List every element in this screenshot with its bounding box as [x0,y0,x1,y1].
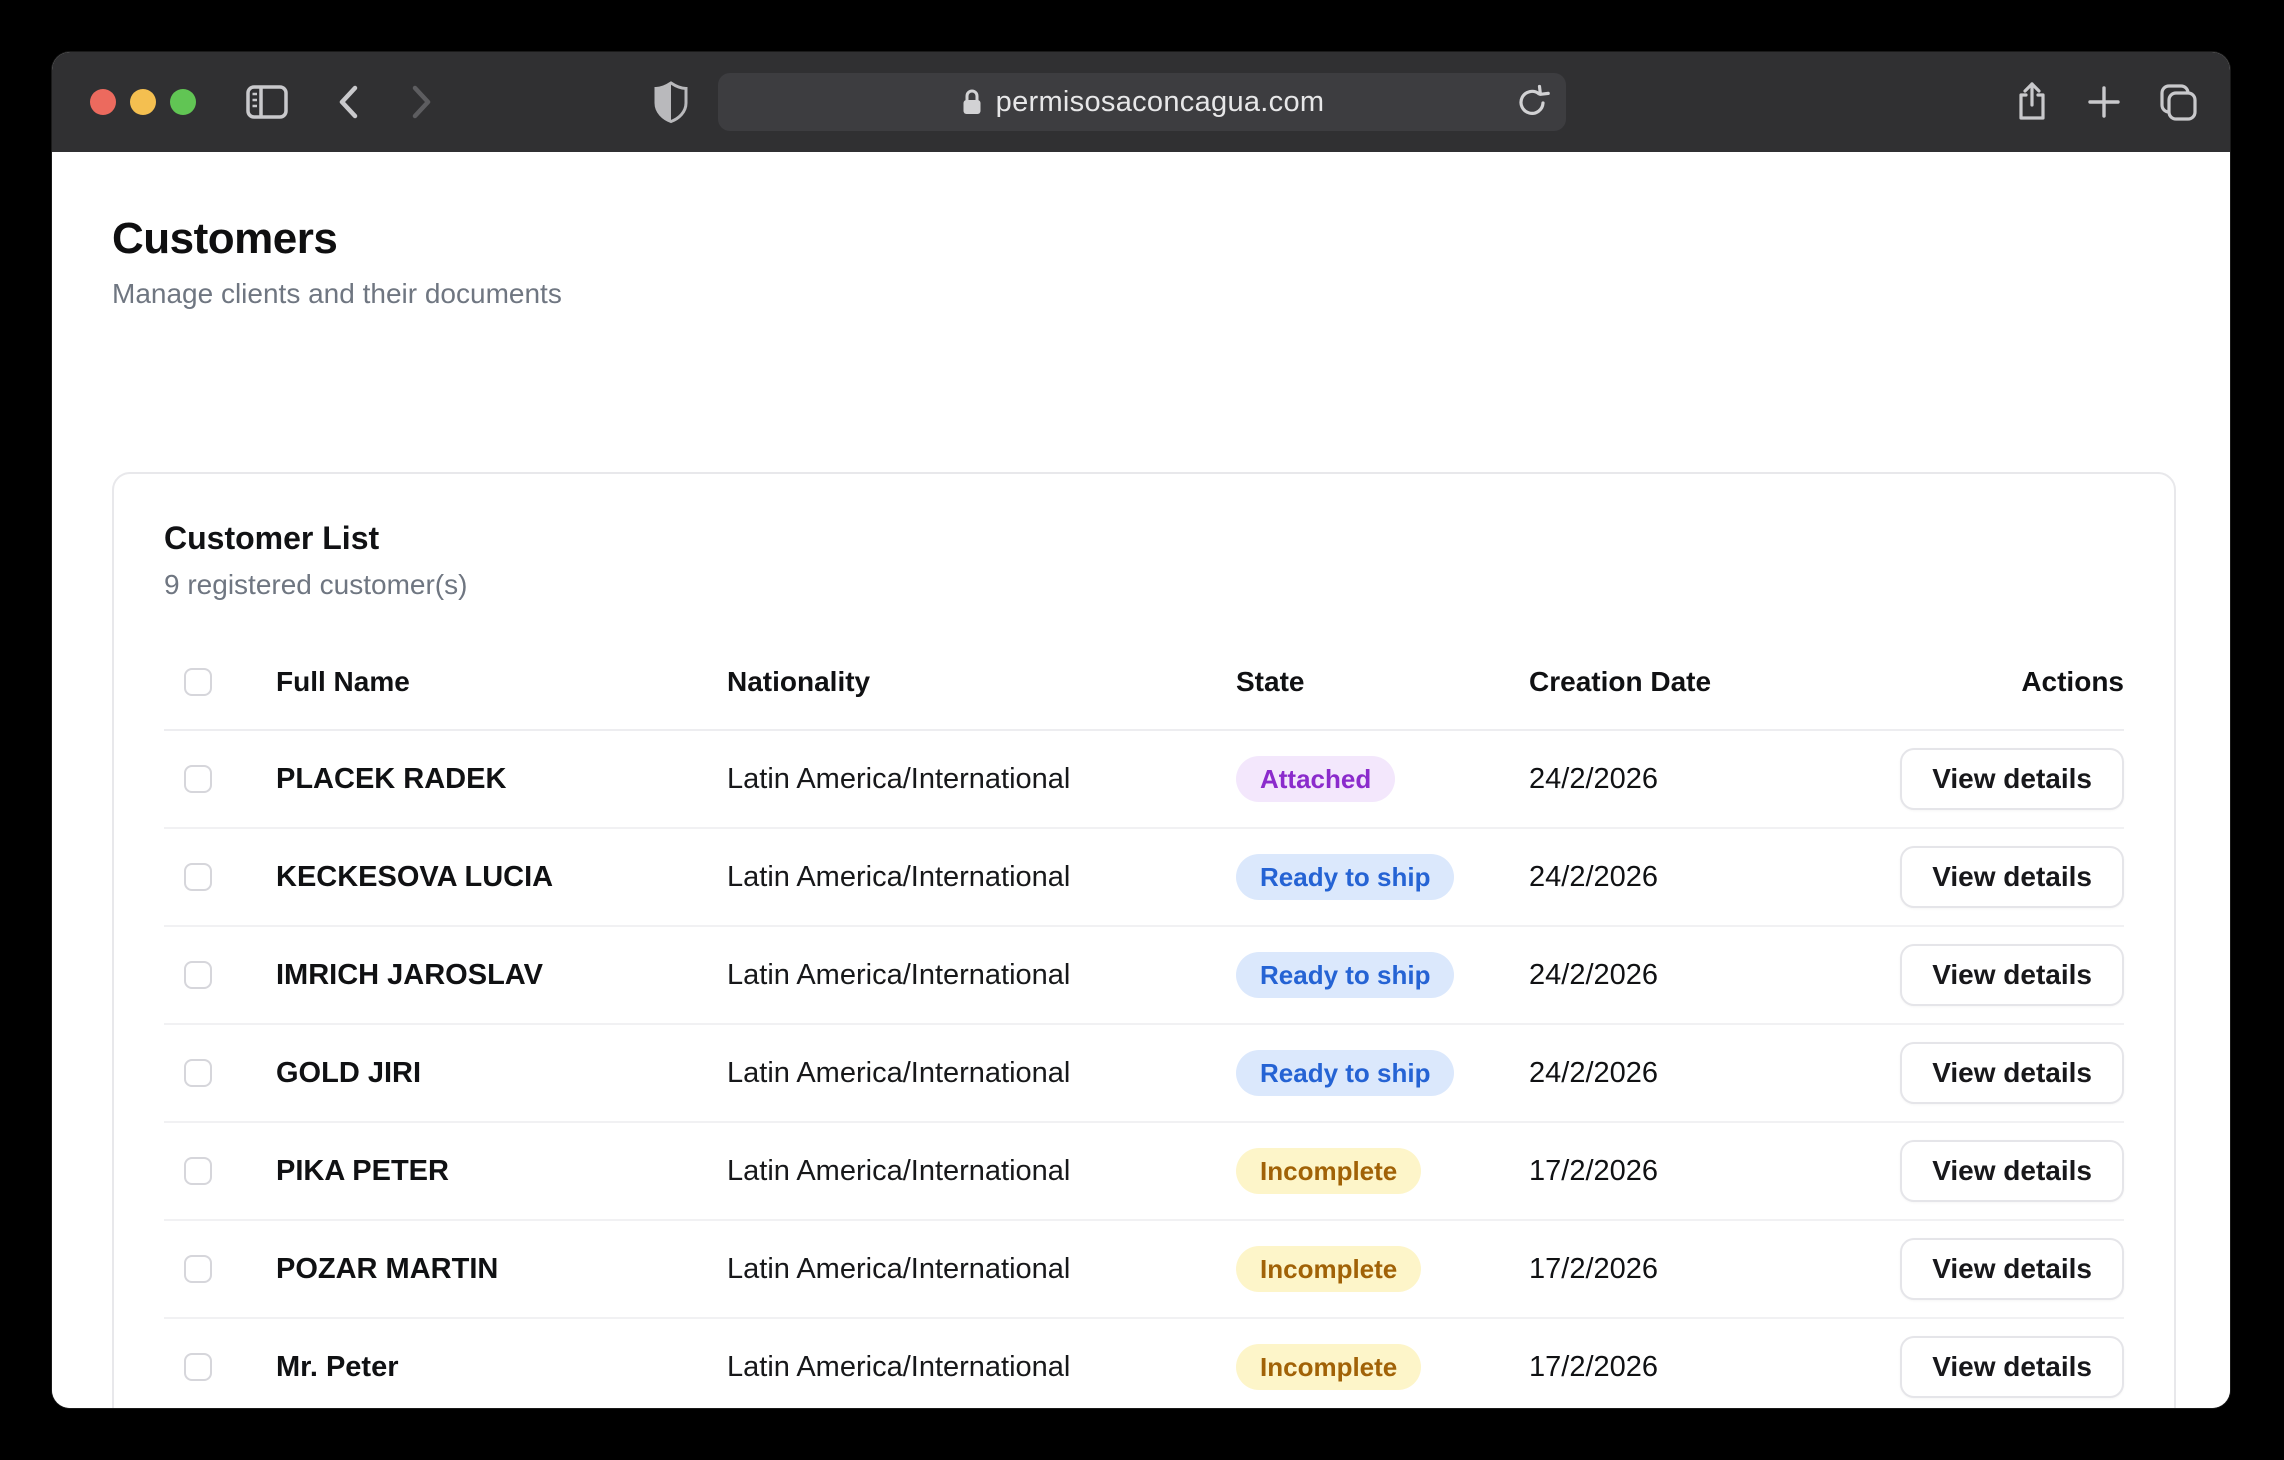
row-checkbox[interactable] [184,961,212,989]
status-badge: Incomplete [1236,1148,1421,1195]
row-checkbox[interactable] [184,1255,212,1283]
zoom-window-button[interactable] [170,89,196,115]
customer-nationality: Latin America/International [727,959,1236,992]
view-details-button[interactable]: View details [1900,1042,2124,1104]
creation-date: 24/2/2026 [1529,1057,1868,1090]
back-icon[interactable] [330,82,370,122]
table-row: GOLD JIRI Latin America/International Re… [164,1025,2124,1123]
page-subtitle: Manage clients and their documents [112,278,2230,310]
customer-nationality: Latin America/International [727,763,1236,796]
customer-nationality: Latin America/International [727,1351,1236,1384]
customer-nationality: Latin America/International [727,1155,1236,1188]
header-creation-date: Creation Date [1529,666,1868,698]
browser-window: permisosaconcagua.com [52,52,2230,1408]
customer-nationality: Latin America/International [727,861,1236,894]
url-text: permisosaconcagua.com [996,86,1325,119]
creation-date: 17/2/2026 [1529,1253,1868,1286]
table-row: PIKA PETER Latin America/International I… [164,1123,2124,1221]
browser-toolbar: permisosaconcagua.com [52,52,2230,152]
status-badge: Attached [1236,756,1395,803]
header-full-name: Full Name [276,666,727,698]
header-actions: Actions [1868,666,2124,698]
table-header-row: Full Name Nationality State Creation Dat… [164,635,2124,731]
view-details-button[interactable]: View details [1900,1140,2124,1202]
customer-count: 9 registered customer(s) [164,569,2124,601]
status-badge: Ready to ship [1236,854,1454,901]
page-title: Customers [112,214,2230,264]
view-details-button[interactable]: View details [1900,944,2124,1006]
sidebar-toggle-icon[interactable] [243,80,291,124]
customer-list-card: Customer List 9 registered customer(s) F… [112,472,2176,1408]
row-checkbox[interactable] [184,765,212,793]
status-badge: Incomplete [1236,1344,1421,1391]
view-details-button[interactable]: View details [1900,846,2124,908]
view-details-button[interactable]: View details [1900,748,2124,810]
creation-date: 24/2/2026 [1529,959,1868,992]
view-details-button[interactable]: View details [1900,1336,2124,1398]
creation-date: 17/2/2026 [1529,1351,1868,1384]
customer-name: POZAR MARTIN [276,1253,727,1286]
creation-date: 24/2/2026 [1529,763,1868,796]
creation-date: 17/2/2026 [1529,1155,1868,1188]
customer-name: PIKA PETER [276,1155,727,1188]
page-content: Customers Manage clients and their docum… [52,152,2230,1408]
lock-icon [960,87,984,117]
table-row: Mr. Peter Latin America/International In… [164,1319,2124,1408]
header-nationality: Nationality [727,666,1236,698]
row-checkbox[interactable] [184,1353,212,1381]
customer-name: GOLD JIRI [276,1057,727,1090]
card-title: Customer List [164,520,2124,557]
minimize-window-button[interactable] [130,89,156,115]
customer-name: Mr. Peter [276,1351,727,1384]
customer-name: IMRICH JAROSLAV [276,959,727,992]
status-badge: Incomplete [1236,1246,1421,1293]
creation-date: 24/2/2026 [1529,861,1868,894]
close-window-button[interactable] [90,89,116,115]
table-row: KECKESOVA LUCIA Latin America/Internatio… [164,829,2124,927]
share-icon[interactable] [2010,80,2054,124]
forward-icon[interactable] [400,82,440,122]
row-checkbox[interactable] [184,863,212,891]
row-checkbox[interactable] [184,1157,212,1185]
customer-name: PLACEK RADEK [276,763,727,796]
customer-nationality: Latin America/International [727,1253,1236,1286]
table-row: POZAR MARTIN Latin America/International… [164,1221,2124,1319]
table-row: PLACEK RADEK Latin America/International… [164,731,2124,829]
shield-icon[interactable] [650,79,692,125]
new-tab-icon[interactable] [2082,80,2126,124]
customer-name: KECKESOVA LUCIA [276,861,727,894]
header-state: State [1236,666,1529,698]
status-badge: Ready to ship [1236,952,1454,999]
table-row: IMRICH JAROSLAV Latin America/Internatio… [164,927,2124,1025]
customer-nationality: Latin America/International [727,1057,1236,1090]
status-badge: Ready to ship [1236,1050,1454,1097]
screenshot-stage: permisosaconcagua.com [0,0,2284,1460]
address-bar[interactable]: permisosaconcagua.com [718,73,1566,131]
view-details-button[interactable]: View details [1900,1238,2124,1300]
window-controls [90,89,196,115]
select-all-checkbox[interactable] [184,668,212,696]
tab-overview-icon[interactable] [2154,80,2200,124]
row-checkbox[interactable] [184,1059,212,1087]
customer-table: Full Name Nationality State Creation Dat… [164,635,2124,1408]
reload-icon[interactable] [1512,82,1552,122]
